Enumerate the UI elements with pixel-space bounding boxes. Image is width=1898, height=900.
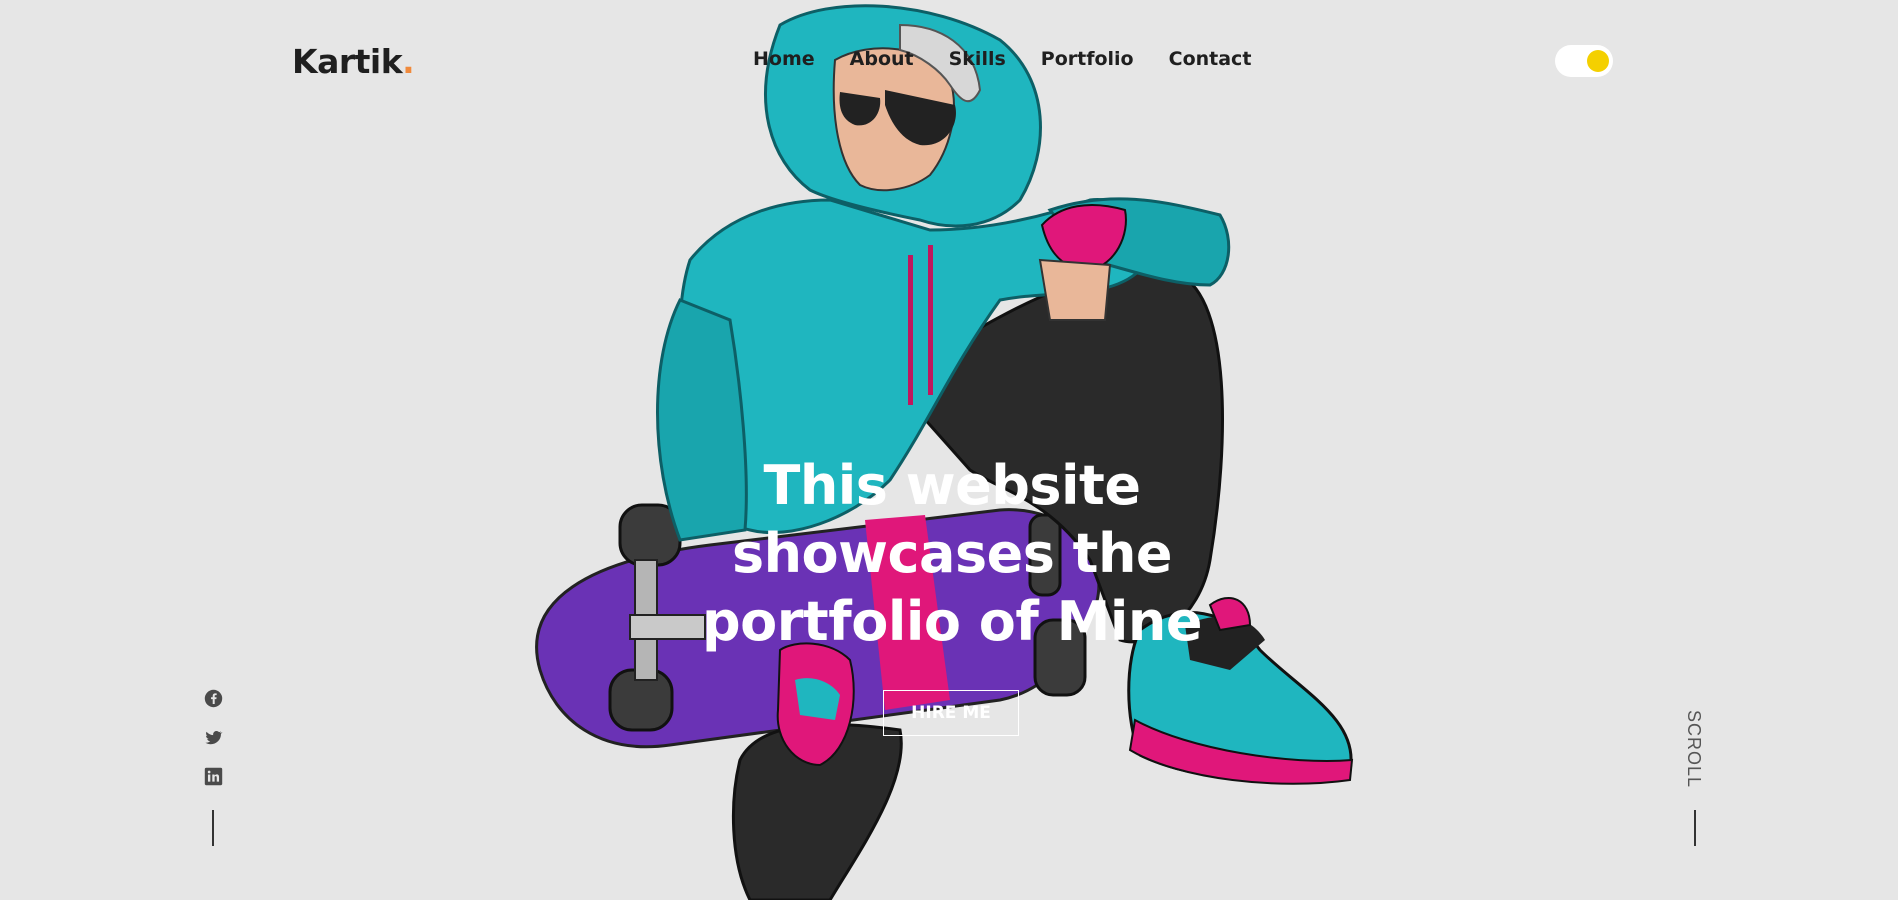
scroll-line: [1694, 810, 1696, 846]
hire-me-button[interactable]: HIRE ME: [883, 690, 1019, 736]
social-divider: [212, 810, 214, 846]
nav-portfolio[interactable]: Portfolio: [1041, 48, 1134, 70]
nav-about[interactable]: About: [850, 48, 914, 70]
scroll-indicator[interactable]: SCROLL: [1680, 710, 1704, 790]
skater-illustration: [535, 4, 1354, 900]
hero-headline: This website showcases the portfolio of …: [702, 454, 1202, 653]
facebook-icon[interactable]: [204, 689, 223, 708]
theme-toggle[interactable]: [1555, 45, 1613, 77]
nav-skills[interactable]: Skills: [949, 48, 1006, 70]
page: Kartik. Home About Skills Portfolio Cont…: [0, 0, 1898, 900]
linkedin-icon[interactable]: [204, 767, 223, 786]
sun-toggle-icon: [1587, 50, 1609, 72]
logo-dot: .: [402, 42, 415, 81]
nav-home[interactable]: Home: [753, 48, 815, 70]
nav-contact[interactable]: Contact: [1169, 48, 1252, 70]
twitter-icon[interactable]: [204, 728, 223, 747]
logo[interactable]: Kartik.: [292, 42, 415, 81]
social-links: [204, 689, 223, 786]
main-nav: Home About Skills Portfolio Contact: [753, 48, 1251, 70]
logo-text: Kartik: [292, 42, 403, 81]
